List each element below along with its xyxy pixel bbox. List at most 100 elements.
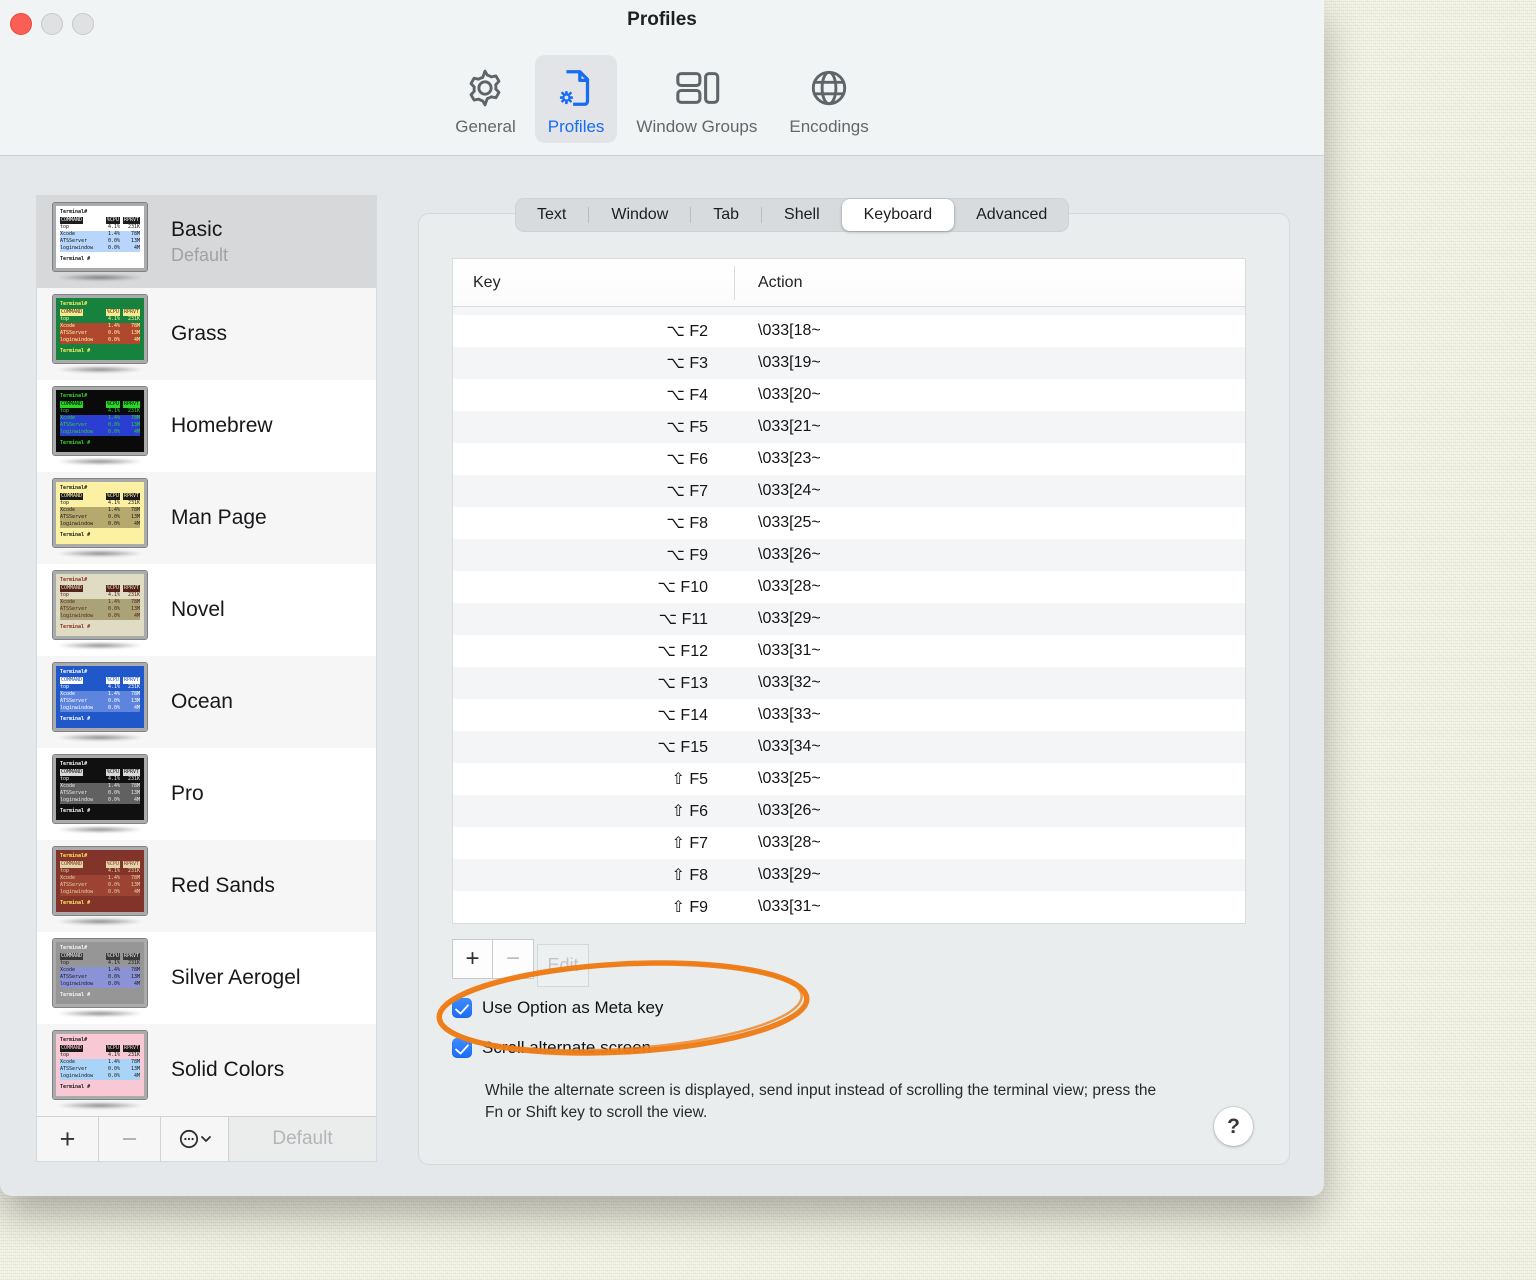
toolbar-item-profiles[interactable]: Profiles [534,55,618,143]
profile-row[interactable]: Terminal# COMMAND %CPU RPRVT top 4.1% 231K… [37,748,376,840]
profile-row[interactable]: Terminal# COMMAND %CPU RPRVT top 4.1% 231K… [37,656,376,748]
action-cell: \033[34~ [758,738,821,755]
profile-name: Silver Aerogel [171,966,301,989]
table-row[interactable]: ⌥ F3 \033[19~ [453,347,1245,379]
tab-advanced[interactable]: Advanced [954,198,1069,232]
action-cell: \033[28~ [758,834,821,851]
toolbar-item-general[interactable]: General [442,55,528,143]
toolbar-label-window-groups: Window Groups [636,117,758,136]
table-row[interactable]: ⇧ F6 \033[26~ [453,795,1245,827]
remove-profile-button[interactable]: − [99,1117,161,1161]
action-cell: \033[33~ [758,706,821,723]
table-row[interactable]: ⌥ F15 \033[34~ [453,731,1245,763]
default-button[interactable]: Default [229,1117,376,1161]
table-header: Key Action [453,259,1245,307]
table-row[interactable]: ⌥ F9 \033[26~ [453,539,1245,571]
action-cell: \033[31~ [758,642,821,659]
use-option-as-meta-checkbox[interactable] [452,998,472,1018]
action-cell: \033[29~ [758,610,821,627]
tab-text[interactable]: Text [515,198,588,232]
table-row[interactable]: ⌥ F14 \033[33~ [453,699,1245,731]
tab-window[interactable]: Window [589,198,690,232]
profile-thumbnail: Terminal# COMMAND %CPU RPRVT top 4.1% 231K… [52,570,148,640]
profile-list: Terminal# COMMAND %CPU RPRVT top 4.1% 231K… [37,196,376,1118]
row-edit-controls: + − [452,939,534,979]
toolbar-label-encodings: Encodings [789,117,869,136]
profile-row[interactable]: Terminal# COMMAND %CPU RPRVT top 4.1% 231K… [37,380,376,472]
action-cell: \033[29~ [758,866,821,883]
key-cell: ⌥ F6 [666,451,708,468]
thumbnail-reflection [56,458,144,465]
table-row[interactable]: ⌥ F10 \033[28~ [453,571,1245,603]
preferences-window: Profiles General Profiles Window Groups … [0,0,1324,1196]
profile-name: Red Sands [171,874,275,897]
remove-key-button[interactable]: − [493,939,534,979]
gear-icon [462,62,508,114]
key-cell: ⇧ F9 [671,899,708,916]
action-cell: \033[21~ [758,418,821,435]
key-cell: ⌥ F4 [666,387,708,404]
tab-tab[interactable]: Tab [691,198,761,232]
profile-row[interactable]: Terminal# COMMAND %CPU RPRVT top 4.1% 231K… [37,564,376,656]
add-profile-button[interactable]: + [37,1117,99,1161]
thumbnail-reflection [56,826,144,833]
help-button[interactable]: ? [1214,1107,1253,1146]
table-row[interactable]: ⌥ F8 \033[25~ [453,507,1245,539]
profiles-doc-icon [553,62,599,114]
thumbnail-reflection [56,918,144,925]
table-row[interactable]: ⌥ F6 \033[23~ [453,443,1245,475]
globe-icon [806,62,852,114]
thumbnail-reflection [56,550,144,557]
action-cell: \033[28~ [758,578,821,595]
profile-name: Novel [171,598,225,621]
table-row[interactable]: ⇧ F5 \033[25~ [453,763,1245,795]
add-key-button[interactable]: + [452,939,493,979]
partially-scrolled-row [453,307,1245,315]
profile-thumbnail: Terminal# COMMAND %CPU RPRVT top 4.1% 231K… [52,1030,148,1100]
profile-row[interactable]: Terminal# COMMAND %CPU RPRVT top 4.1% 231K… [37,288,376,380]
key-cell: ⌥ F11 [658,611,708,628]
tab-keyboard[interactable]: Keyboard [841,199,955,231]
column-header-action[interactable]: Action [735,274,802,292]
sidebar-footer-bar: + − Default [37,1116,376,1161]
profile-row[interactable]: Terminal# COMMAND %CPU RPRVT top 4.1% 231K… [37,472,376,564]
tab-shell[interactable]: Shell [762,198,842,232]
table-row[interactable]: ⌥ F2 \033[18~ [453,315,1245,347]
scroll-alternate-screen-row: Scroll alternate screen [452,1038,651,1058]
key-cell: ⌥ F14 [657,707,708,724]
table-row[interactable]: ⇧ F7 \033[28~ [453,827,1245,859]
profile-thumbnail: Terminal# COMMAND %CPU RPRVT top 4.1% 231K… [52,662,148,732]
column-header-key[interactable]: Key [453,274,734,292]
toolbar-label-general: General [455,117,516,136]
more-options-button[interactable] [161,1117,229,1161]
table-row[interactable]: ⌥ F5 \033[21~ [453,411,1245,443]
profile-row[interactable]: Terminal# COMMAND %CPU RPRVT top 4.1% 231K… [37,1024,376,1116]
table-row[interactable]: ⇧ F8 \033[29~ [453,859,1245,891]
table-row[interactable]: ⌥ F11 \033[29~ [453,603,1245,635]
key-cell: ⌥ F3 [666,355,708,372]
thumbnail-reflection [56,1102,144,1109]
key-cell: ⌥ F15 [657,739,708,756]
profile-row[interactable]: Terminal# COMMAND %CPU RPRVT top 4.1% 231K… [37,196,376,288]
table-row[interactable]: ⌥ F12 \033[31~ [453,635,1245,667]
profile-thumbnail: Terminal# COMMAND %CPU RPRVT top 4.1% 231K… [52,386,148,456]
toolbar-item-encodings[interactable]: Encodings [776,55,881,143]
table-row[interactable]: ⇧ F9 \033[31~ [453,891,1245,923]
edit-key-button[interactable]: Edit [537,944,589,987]
key-cell: ⌥ F8 [666,515,708,532]
action-cell: \033[26~ [758,802,821,819]
alternate-screen-help-text: While the alternate screen is displayed,… [485,1082,1157,1121]
action-cell: \033[24~ [758,482,821,499]
key-cell: ⇧ F8 [671,867,708,884]
profile-row[interactable]: Terminal# COMMAND %CPU RPRVT top 4.1% 231K… [37,840,376,932]
key-cell: ⇧ F6 [671,803,708,820]
profile-name: Solid Colors [171,1058,285,1081]
profile-row[interactable]: Terminal# COMMAND %CPU RPRVT top 4.1% 231K… [37,932,376,1024]
key-mapping-table: Key Action ⌥ F2 \033[18~ ⌥ F3 \033[19~ ⌥… [452,258,1246,924]
toolbar-item-window-groups[interactable]: Window Groups [623,55,770,143]
scroll-alternate-screen-checkbox[interactable] [452,1038,472,1058]
key-cell: ⌥ F12 [657,643,708,660]
table-row[interactable]: ⌥ F4 \033[20~ [453,379,1245,411]
table-row[interactable]: ⌥ F13 \033[32~ [453,667,1245,699]
table-row[interactable]: ⌥ F7 \033[24~ [453,475,1245,507]
